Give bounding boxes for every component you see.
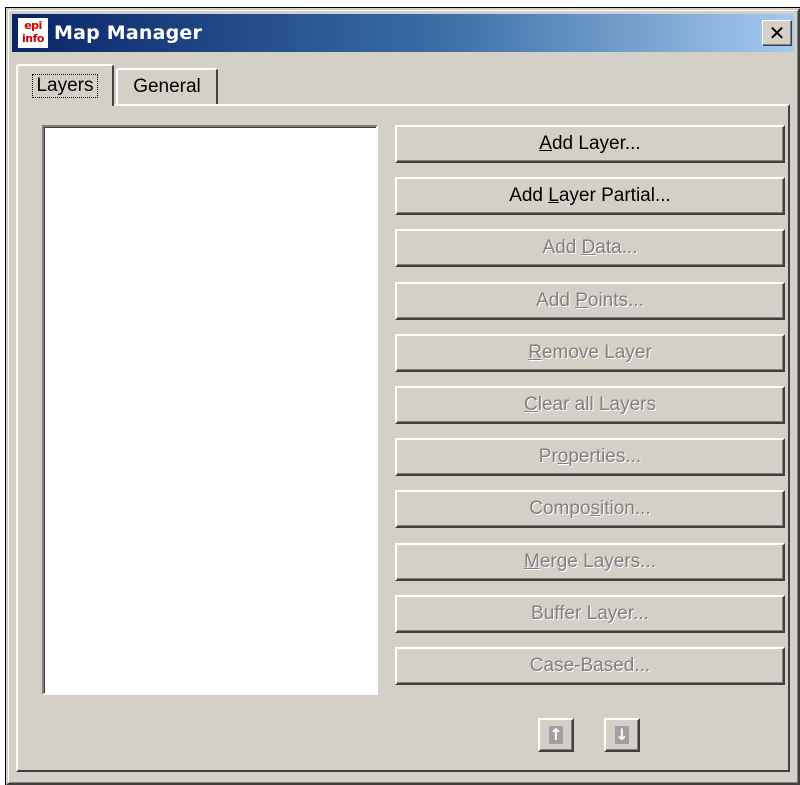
button-label: Case-Based... [529, 655, 651, 676]
properties-button[interactable]: Properties... [395, 438, 785, 476]
tab-layers[interactable]: Layers [16, 64, 114, 106]
map-manager-window: epi info Map Manager ✕ Layers General Ad… [5, 7, 800, 785]
button-label: Properties... [538, 446, 642, 467]
button-label: Composition... [529, 498, 651, 519]
layer-list[interactable] [42, 125, 378, 695]
button-label: Buffer Layer... [531, 603, 649, 624]
buffer-layer-button[interactable]: Buffer Layer... [395, 595, 785, 633]
add-layer-button[interactable]: Add Layer... [395, 125, 785, 163]
move-down-icon: ↓ [615, 725, 629, 744]
add-points-button[interactable]: Add Points... [395, 282, 785, 320]
button-label: Add Data... [542, 237, 638, 258]
button-label: Add Points... [536, 290, 644, 311]
add-layer-partial-button[interactable]: Add Layer Partial... [395, 177, 785, 215]
move-layer-down-button[interactable]: ↓ [604, 718, 640, 752]
tab-layers-label: Layers [32, 74, 98, 98]
button-label: Remove Layer [528, 342, 652, 363]
add-data-button[interactable]: Add Data... [395, 229, 785, 267]
layers-tab-panel: Add Layer... Add Layer Partial... Add Data… [16, 104, 790, 772]
button-label: Clear all Layers [523, 394, 656, 415]
epi-info-app-icon: epi info [18, 18, 48, 48]
button-label: Add Layer Partial... [509, 185, 671, 206]
clear-all-layers-button[interactable]: Clear all Layers [395, 386, 785, 424]
button-label: Add Layer... [539, 133, 641, 154]
app-icon-top-text: epi [24, 19, 42, 32]
title-bar[interactable]: epi info Map Manager ✕ [12, 14, 794, 52]
app-icon-bottom-text: info [22, 32, 44, 45]
move-layer-up-button[interactable]: ↑ [538, 718, 574, 752]
close-button[interactable]: ✕ [762, 20, 792, 46]
merge-layers-button[interactable]: Merge Layers... [395, 543, 785, 581]
case-based-button[interactable]: Case-Based... [395, 647, 785, 685]
close-icon: ✕ [768, 21, 786, 45]
tab-general-label: General [133, 76, 201, 97]
window-title: Map Manager [54, 22, 203, 44]
move-up-icon: ↑ [549, 725, 563, 744]
composition-button[interactable]: Composition... [395, 490, 785, 528]
button-label: Merge Layers... [524, 551, 656, 572]
remove-layer-button[interactable]: Remove Layer [395, 334, 785, 372]
tab-general[interactable]: General [116, 68, 218, 104]
